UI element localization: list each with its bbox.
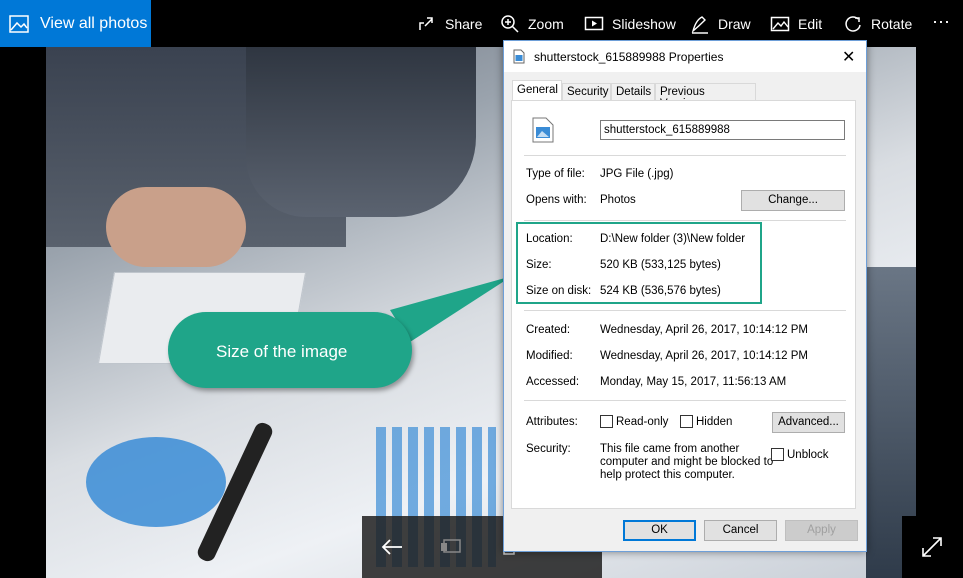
tab-security[interactable]: Security [562,83,611,101]
tab-general[interactable]: General [512,80,562,101]
expand-icon[interactable] [921,536,943,558]
apply-button[interactable]: Apply [785,520,858,541]
slideshow-label: Slideshow [612,15,676,32]
separator [524,400,846,401]
readonly-label: Read-only [616,416,669,428]
opens-with-label: Opens with: [526,194,587,206]
edit-label: Edit [798,15,823,32]
photo-pie-chart [86,437,226,527]
fullscreen-area [902,516,963,578]
unblock-checkbox[interactable] [771,448,784,461]
photo-hand [106,187,246,267]
type-label: Type of file: [526,168,585,180]
security-label: Security: [526,443,571,455]
zoom-icon [501,14,519,33]
share-button[interactable]: Share [417,0,482,47]
security-text-line2: computer and might be blocked to [600,456,774,468]
view-all-photos-button[interactable]: View all photos [0,0,151,47]
security-text-line3: help protect this computer. [600,469,735,481]
tab-details[interactable]: Details [611,83,655,101]
created-value: Wednesday, April 26, 2017, 10:14:12 PM [600,324,808,336]
photo-arm [246,47,476,217]
unblock-label: Unblock [787,449,829,461]
share-label: Share [445,15,483,32]
size-highlight-box [516,222,762,304]
hidden-label: Hidden [696,416,733,428]
hidden-checkbox[interactable] [680,415,693,428]
slideshow-icon [584,16,604,30]
cancel-button[interactable]: Cancel [704,520,777,541]
advanced-button[interactable]: Advanced... [772,412,845,433]
general-panel: shutterstock_615889988 Type of file: JPG… [511,100,856,509]
opens-with-value: Photos [600,194,636,206]
file-name-input[interactable]: shutterstock_615889988 [600,120,845,140]
rotate-icon [845,15,861,32]
separator [524,310,846,311]
callout-text: Size of the image [216,342,348,361]
compare-icon[interactable] [440,538,462,556]
image-file-icon [532,117,554,143]
type-value: JPG File (.jpg) [600,168,674,180]
view-all-label: View all photos [40,14,148,32]
accessed-label: Accessed: [526,376,580,388]
close-icon[interactable]: ✕ [842,47,855,67]
edit-icon [770,16,790,31]
separator [524,220,846,221]
dialog-title: shutterstock_615889988 Properties [534,50,724,64]
more-options-button[interactable]: ⋯ [932,12,951,33]
size-callout: Size of the image [168,312,412,388]
modified-value: Wednesday, April 26, 2017, 10:14:12 PM [600,350,808,362]
tab-previous-versions[interactable]: Previous Versions [655,83,756,110]
file-icon [513,49,525,64]
change-button[interactable]: Change... [741,190,845,211]
draw-icon [691,15,708,34]
created-label: Created: [526,324,571,336]
zoom-label: Zoom [528,15,564,32]
share-icon [419,16,433,30]
readonly-checkbox[interactable] [600,415,613,428]
ok-button[interactable]: OK [623,520,696,541]
attributes-label: Attributes: [526,416,578,428]
separator [524,155,846,156]
rotate-label: Rotate [871,15,913,32]
modified-label: Modified: [526,350,573,362]
dialog-title-bar: shutterstock_615889988 Properties ✕ [504,41,866,72]
arrow-left-icon[interactable] [380,536,404,558]
security-text-line1: This file came from another [600,443,740,455]
draw-label: Draw [718,15,751,32]
accessed-value: Monday, May 15, 2017, 11:56:13 AM [600,376,787,388]
photos-icon [9,14,29,33]
